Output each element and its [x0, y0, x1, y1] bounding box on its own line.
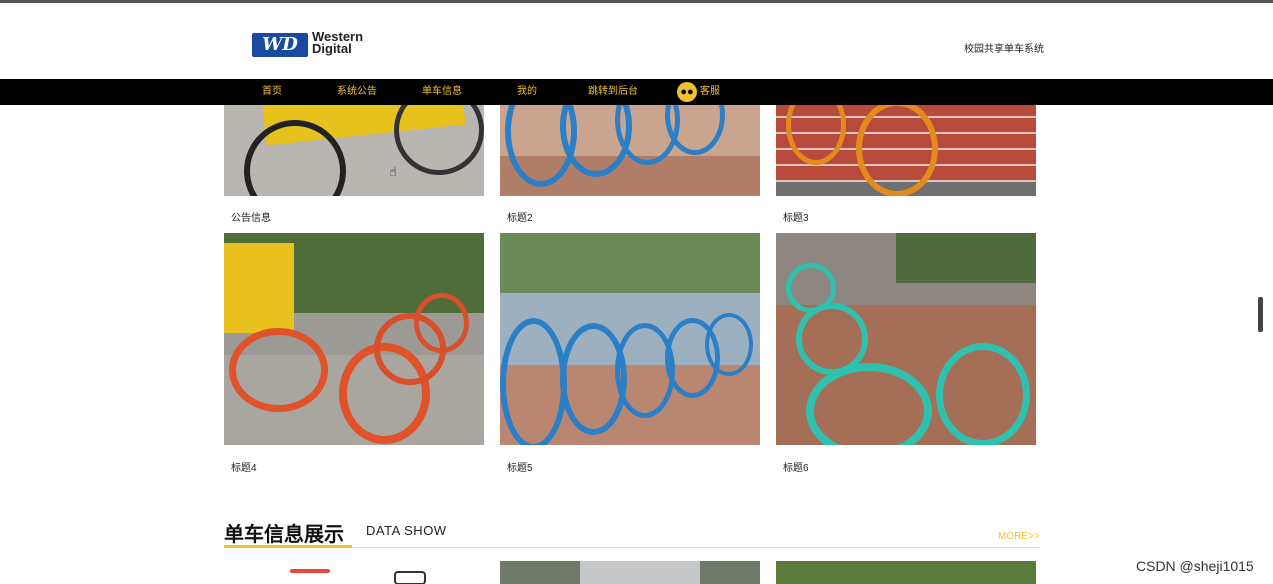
announcement-image-5[interactable] — [500, 233, 760, 445]
announcement-image-3[interactable] — [776, 105, 1036, 196]
site-header: WD Western Digital 校园共享单车系统 — [0, 3, 1273, 79]
bike-wheel — [394, 105, 484, 175]
building — [580, 561, 700, 584]
announcement-image-2[interactable] — [500, 105, 760, 196]
site-name: 校园共享单车系统 — [964, 44, 1044, 55]
announcement-title-1[interactable]: 公告信息 — [231, 209, 271, 224]
bike-wheel — [414, 293, 469, 353]
wechat-icon[interactable]: ●● — [677, 82, 697, 102]
nav-item-mine[interactable]: 我的 — [517, 79, 537, 105]
nav-item-bike-info[interactable]: 单车信息 — [422, 79, 462, 105]
wd-logo-badge: WD — [252, 33, 308, 57]
site-logo[interactable]: WD Western Digital — [252, 30, 382, 59]
bike-wheel — [665, 105, 725, 155]
watermark: CSDN @sheji1015 — [1136, 558, 1254, 574]
hand-cursor-icon: ☝ — [389, 164, 397, 179]
main-navbar: 首页 系统公告 单车信息 我的 跳转到后台 ●● 客服 — [0, 79, 1273, 105]
announcement-title-2[interactable]: 标题2 — [507, 209, 533, 224]
announcement-image-6[interactable] — [776, 233, 1036, 445]
page-scrollbar-thumb[interactable] — [1258, 297, 1263, 332]
yellow-taxi — [224, 243, 294, 333]
bike-wheel — [786, 263, 836, 313]
bike-handlebar — [394, 571, 426, 584]
bike-seat — [290, 569, 330, 573]
announcement-image-1[interactable] — [224, 105, 484, 196]
trees-background — [500, 233, 760, 293]
nav-item-admin[interactable]: 跳转到后台 — [588, 79, 638, 105]
nav-item-announcements[interactable]: 系统公告 — [337, 79, 377, 105]
announcement-title-6[interactable]: 标题6 — [783, 459, 809, 474]
bike-image-2[interactable] — [500, 561, 760, 584]
announcement-title-5[interactable]: 标题5 — [507, 459, 533, 474]
nav-item-home[interactable]: 首页 — [262, 79, 282, 105]
bike-wheel — [705, 313, 753, 376]
announcement-image-4[interactable] — [224, 233, 484, 445]
logo-line-2: Digital — [312, 41, 352, 56]
bike-image-3[interactable] — [776, 561, 1036, 584]
bike-section-subtitle: DATA SHOW — [366, 523, 447, 538]
bike-image-1[interactable] — [224, 561, 484, 584]
more-link[interactable]: MORE>> — [998, 531, 1040, 542]
bike-wheel — [936, 343, 1030, 445]
bike-wheel — [796, 303, 868, 375]
bike-section-title: 单车信息展示 — [224, 524, 344, 546]
nav-item-customer-service[interactable]: 客服 — [700, 79, 720, 105]
announcement-title-4[interactable]: 标题4 — [231, 459, 257, 474]
announcement-title-3[interactable]: 标题3 — [783, 209, 809, 224]
bike-wheel — [856, 105, 938, 196]
bike-wheel — [500, 318, 567, 445]
trees-background — [896, 233, 1036, 283]
bike-wheel — [229, 328, 328, 412]
section-accent-bar — [224, 545, 352, 548]
logo-wordmark: Western Digital — [312, 30, 363, 56]
